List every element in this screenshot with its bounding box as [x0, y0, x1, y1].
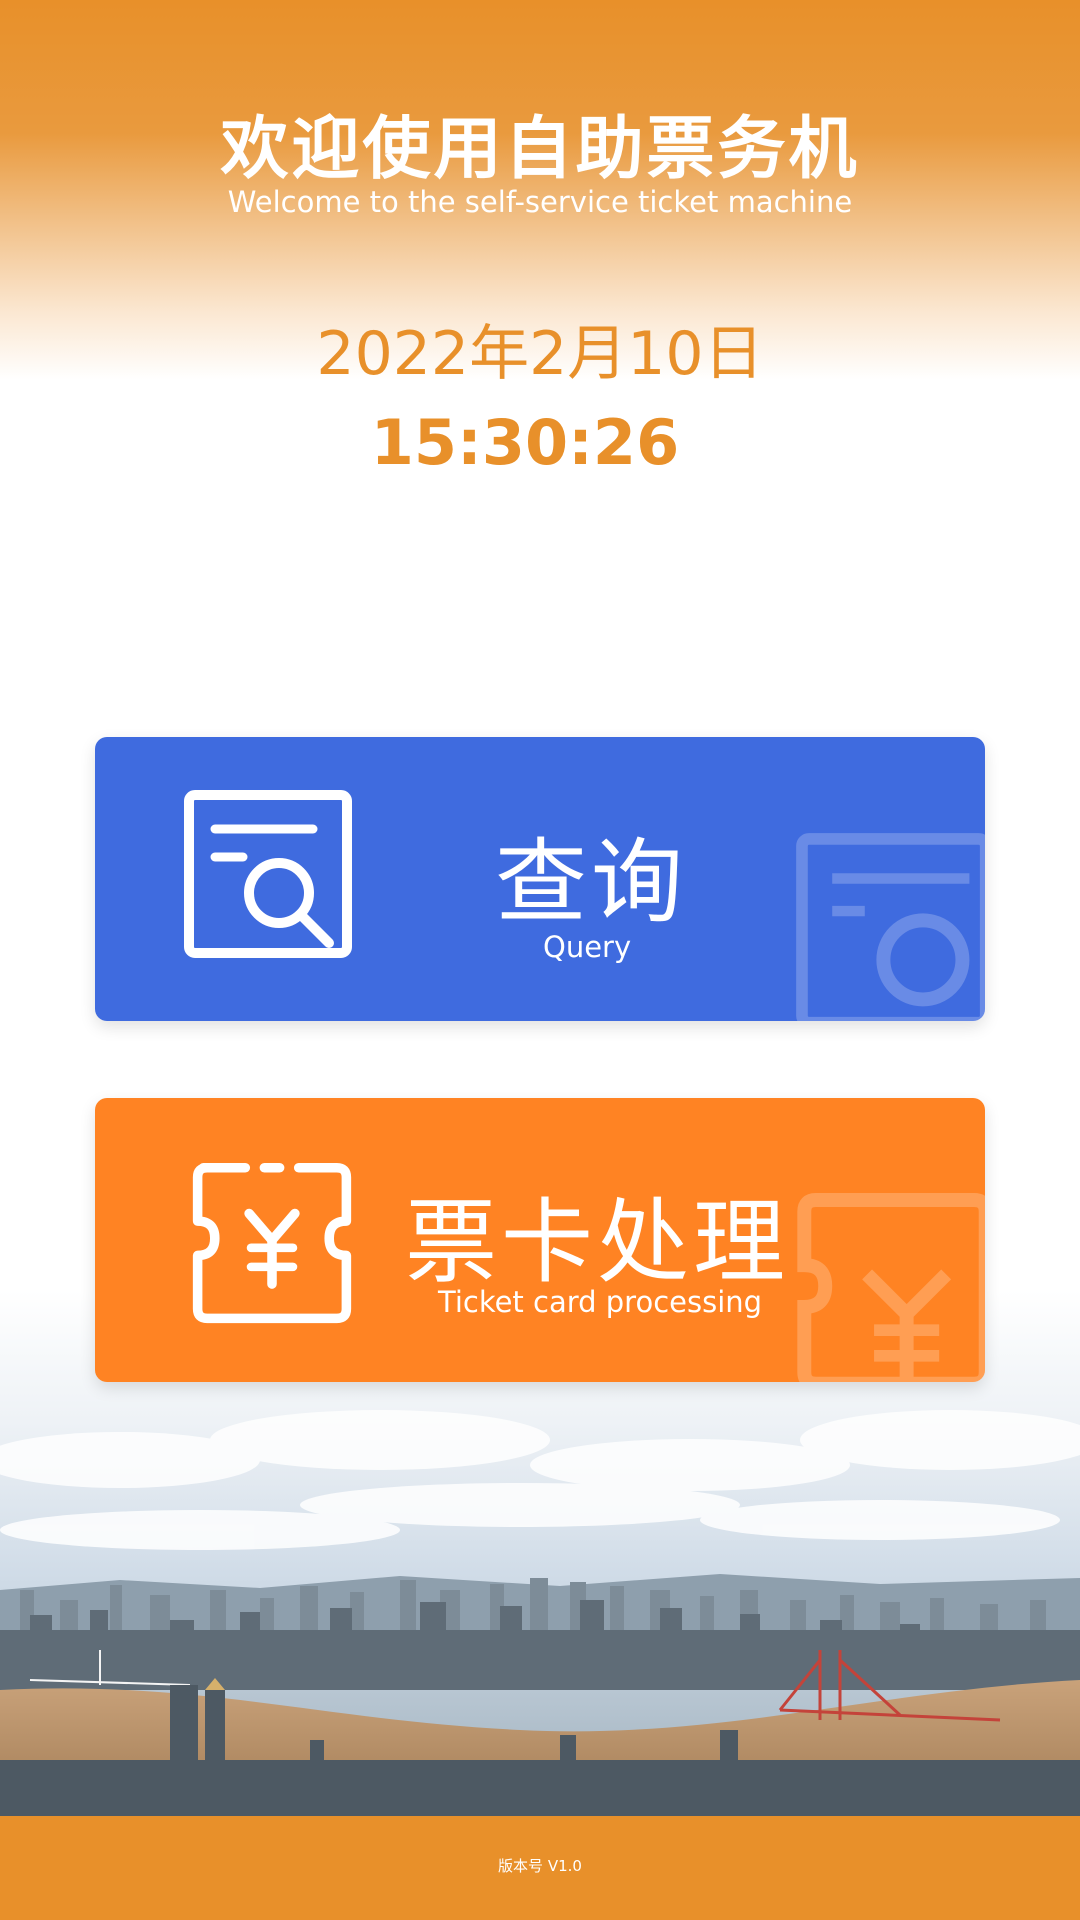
version-label: 版本号 V1.0	[498, 1857, 582, 1875]
welcome-subtitle: Welcome to the self-service ticket machi…	[227, 185, 853, 219]
current-date: 2022年2月10日	[316, 319, 764, 389]
ticket-label-cn: 票卡处理	[405, 1189, 790, 1296]
query-label-en: Query	[543, 930, 632, 964]
ticket-card-processing-button[interactable]: 票卡处理 Ticket card processing	[95, 1098, 985, 1382]
search-document-watermark-icon	[796, 833, 985, 1021]
current-time: 15:30:26	[370, 406, 680, 479]
query-label-cn: 查询	[495, 829, 688, 936]
query-button[interactable]: 查询 Query	[95, 737, 985, 1021]
yen-ticket-watermark-icon	[797, 1193, 985, 1382]
ticket-label-en: Ticket card processing	[438, 1285, 763, 1319]
yen-ticket-icon	[192, 1162, 352, 1324]
footer-bar: 版本号 V1.0	[0, 1816, 1080, 1920]
search-document-icon	[184, 790, 352, 958]
welcome-title: 欢迎使用自助票务机	[220, 110, 860, 189]
